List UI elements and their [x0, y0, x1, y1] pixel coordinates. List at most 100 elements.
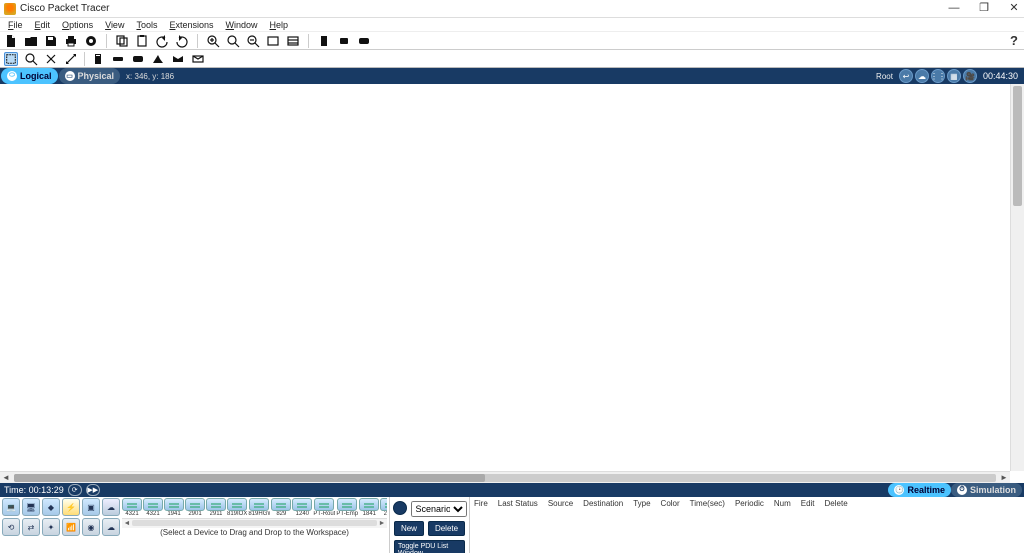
toggle-pdu-list-button[interactable]: Toggle PDU List Window [394, 540, 465, 553]
pdu-col-delete[interactable]: Delete [825, 499, 848, 508]
place-note-icon[interactable] [91, 52, 105, 66]
device-item[interactable]: 2911 [206, 498, 226, 517]
print-icon[interactable] [64, 34, 78, 48]
delete-tool-icon[interactable] [44, 52, 58, 66]
network-devices-category-icon[interactable]: 💻 [2, 498, 20, 516]
device-list-scrollbar[interactable]: ◄► [122, 518, 387, 528]
wan-subcat-icon[interactable]: ☁ [102, 518, 120, 536]
device-item[interactable]: 4321 [122, 498, 142, 517]
new-scenario-button[interactable]: New [394, 521, 424, 536]
pdu-col-num[interactable]: Num [774, 499, 791, 508]
menu-extensions[interactable]: Extensions [163, 20, 219, 30]
bottom-panel: 💻 🖥 ◆ ⚡ ▣ ☁ 43214321194129012911819IOX81… [0, 497, 1024, 553]
device-template-icon[interactable] [317, 34, 331, 48]
move-object-icon[interactable]: ⋮⋮ [931, 69, 945, 83]
connections-category-icon[interactable]: ⚡ [62, 498, 80, 516]
pdu-col-destination[interactable]: Destination [583, 499, 623, 508]
realtime-mode-button[interactable]: 🕑 Realtime [888, 483, 951, 497]
device-item[interactable]: PT-Empty [336, 498, 358, 517]
new-file-icon[interactable] [4, 34, 18, 48]
menu-view[interactable]: View [99, 20, 130, 30]
device-item[interactable]: 2901 [185, 498, 205, 517]
device-item[interactable]: 1841 [359, 498, 379, 517]
set-background-icon[interactable]: ▦ [947, 69, 961, 83]
simulation-mode-button[interactable]: ⏱ Simulation [951, 483, 1022, 497]
multiuser-category-icon[interactable]: ☁ [102, 498, 120, 516]
pdu-col-edit[interactable]: Edit [801, 499, 815, 508]
logical-tab[interactable]: ⬭ Logical [1, 68, 58, 84]
draw-rectangle-icon[interactable] [131, 52, 145, 66]
switches-subcat-icon[interactable]: ⇄ [22, 518, 40, 536]
device-item[interactable]: PT-Router [313, 498, 335, 517]
pdu-col-periodic[interactable]: Periodic [735, 499, 764, 508]
draw-ellipse-icon[interactable] [151, 52, 165, 66]
pdu-col-color[interactable]: Color [661, 499, 680, 508]
close-button[interactable]: ✕ [1008, 3, 1020, 15]
custom-devices-icon[interactable] [286, 34, 300, 48]
back-nav-icon[interactable]: ↩ [899, 69, 913, 83]
menu-help[interactable]: Help [264, 20, 295, 30]
fast-forward-icon[interactable]: ▶▶ [86, 484, 100, 496]
wireless-subcat-icon[interactable]: 📶 [62, 518, 80, 536]
device-item[interactable]: 1240 [292, 498, 312, 517]
cluster-icon[interactable]: ☁ [915, 69, 929, 83]
maximize-button[interactable]: ❐ [978, 3, 990, 15]
minimize-button[interactable]: — [948, 3, 960, 15]
select-tool-icon[interactable] [4, 52, 18, 66]
copy-icon[interactable] [115, 34, 129, 48]
menu-tools[interactable]: Tools [130, 20, 163, 30]
zoom-in-icon[interactable] [206, 34, 220, 48]
misc-category-icon[interactable]: ▣ [82, 498, 100, 516]
inspect-tool-icon[interactable] [24, 52, 38, 66]
device-item[interactable]: 4321 [143, 498, 163, 517]
undo-icon[interactable] [155, 34, 169, 48]
activity-wizard-icon[interactable] [84, 34, 98, 48]
resize-tool-icon[interactable] [64, 52, 78, 66]
zoom-out-icon[interactable] [246, 34, 260, 48]
pdu-col-time[interactable]: Time(sec) [690, 499, 725, 508]
scroll-left-icon[interactable]: ◄ [0, 472, 12, 484]
scroll-right-icon[interactable]: ► [998, 472, 1010, 484]
power-cycle-icon[interactable]: ⟳ [68, 484, 82, 496]
components-category-icon[interactable]: ◆ [42, 498, 60, 516]
menu-edit[interactable]: Edit [29, 20, 57, 30]
zoom-reset-icon[interactable] [226, 34, 240, 48]
tile-icon[interactable] [357, 34, 371, 48]
menu-options[interactable]: Options [56, 20, 99, 30]
hubs-subcat-icon[interactable]: ✦ [42, 518, 60, 536]
complex-pdu-icon[interactable] [191, 52, 205, 66]
drawing-palette-icon[interactable] [266, 34, 280, 48]
redo-icon[interactable] [175, 34, 189, 48]
save-file-icon[interactable] [44, 34, 58, 48]
help-icon[interactable]: ? [1010, 33, 1018, 48]
delete-scenario-button[interactable]: Delete [428, 521, 465, 536]
draw-line-icon[interactable] [111, 52, 125, 66]
pdu-col-type[interactable]: Type [633, 499, 650, 508]
root-label[interactable]: Root [876, 72, 893, 81]
scenario-indicator-icon[interactable] [393, 501, 407, 515]
workspace-canvas[interactable]: ◄ ► [0, 84, 1024, 483]
device-item[interactable]: 2620 [380, 498, 387, 517]
menu-window[interactable]: Window [220, 20, 264, 30]
end-devices-category-icon[interactable]: 🖥 [22, 498, 40, 516]
viewport-icon[interactable]: 🎥 [963, 69, 977, 83]
pdu-col-fire[interactable]: Fire [474, 499, 488, 508]
open-file-icon[interactable] [24, 34, 38, 48]
horizontal-scrollbar[interactable]: ◄ ► [0, 471, 1010, 483]
paste-icon[interactable] [135, 34, 149, 48]
menu-file[interactable]: File [2, 20, 29, 30]
physical-tab[interactable]: ▭ Physical [59, 68, 121, 84]
device-item[interactable]: 819HGW [248, 498, 270, 517]
routers-subcat-icon[interactable]: ⟲ [2, 518, 20, 536]
pdu-col-last-status[interactable]: Last Status [498, 499, 538, 508]
sound-icon[interactable] [337, 34, 351, 48]
scenario-select[interactable]: Scenario 0 [411, 501, 467, 517]
vertical-scrollbar[interactable] [1010, 84, 1024, 471]
device-hint-label: (Select a Device to Drag and Drop to the… [122, 528, 387, 538]
pdu-col-source[interactable]: Source [548, 499, 573, 508]
security-subcat-icon[interactable]: ◉ [82, 518, 100, 536]
device-item[interactable]: 829 [271, 498, 291, 517]
device-item[interactable]: 819IOX [227, 498, 247, 517]
simple-pdu-icon[interactable] [171, 52, 185, 66]
device-item[interactable]: 1941 [164, 498, 184, 517]
